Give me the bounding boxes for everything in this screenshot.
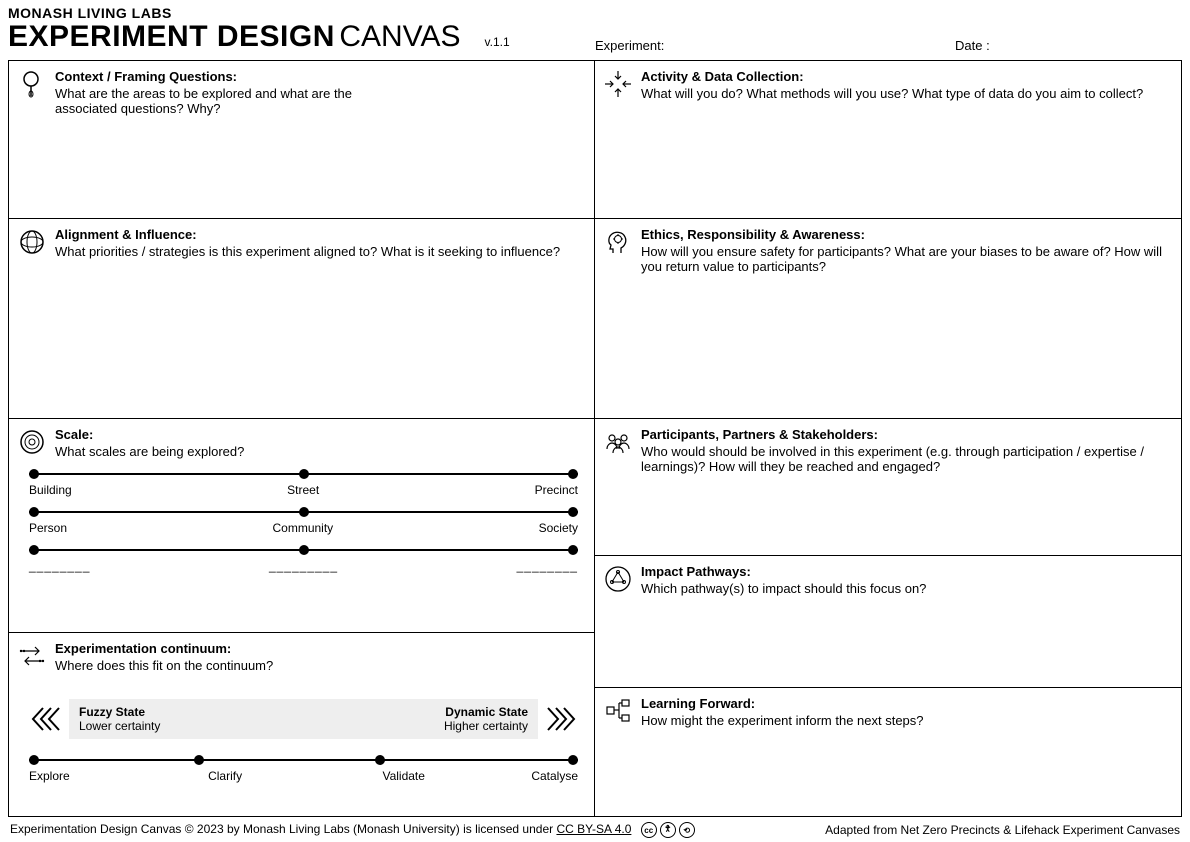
cell-context[interactable]: Context / Framing Questions: What are th…: [9, 61, 594, 219]
context-sub: What are the areas to be explored and wh…: [55, 86, 375, 116]
scale1-m: Street: [287, 483, 319, 497]
title-bold: EXPERIMENT DESIGN: [8, 20, 335, 53]
scale-slider-2[interactable]: Person Community Society: [29, 511, 578, 535]
by-icon: 🯆: [660, 822, 676, 838]
ethics-sub: How will you ensure safety for participa…: [641, 244, 1171, 274]
ethics-title: Ethics, Responsibility & Awareness:: [641, 227, 1171, 242]
activity-title: Activity & Data Collection:: [641, 69, 1171, 84]
target-icon: [17, 427, 47, 457]
participants-title: Participants, Partners & Stakeholders:: [641, 427, 1171, 442]
scale-slider-1[interactable]: Building Street Precinct: [29, 473, 578, 497]
sa-icon: ⟲: [679, 822, 695, 838]
cell-learning[interactable]: Learning Forward: How might the experime…: [595, 688, 1181, 816]
alignment-title: Alignment & Influence:: [55, 227, 584, 242]
diagram-icon: [603, 696, 633, 726]
scale2-l: Person: [29, 521, 67, 535]
people-icon: [603, 427, 633, 457]
cell-participants[interactable]: Participants, Partners & Stakeholders: W…: [595, 419, 1181, 556]
cell-scale[interactable]: Scale: What scales are being explored? B…: [9, 419, 594, 633]
magnifier-icon: [17, 69, 47, 99]
stop-catalyse: Catalyse: [531, 769, 578, 783]
scale3-m: _________: [269, 559, 338, 573]
page-title: EXPERIMENT DESIGN CANVAS: [8, 20, 461, 54]
fuzzy-title: Fuzzy State: [79, 705, 160, 719]
canvas-grid: Context / Framing Questions: What are th…: [8, 60, 1182, 817]
fuzzy-sub: Lower certainty: [79, 719, 160, 733]
chevron-left-icon: [29, 706, 63, 732]
stop-validate: Validate: [382, 769, 424, 783]
chevron-right-icon: [544, 706, 578, 732]
scale-sub: What scales are being explored?: [55, 444, 584, 459]
footer-right: Adapted from Net Zero Precincts & Lifeha…: [825, 823, 1180, 837]
scale-title: Scale:: [55, 427, 584, 442]
scale3-l: ________: [29, 559, 90, 573]
context-title: Context / Framing Questions:: [55, 69, 584, 84]
scale3-r: ________: [517, 559, 578, 573]
stop-clarify: Clarify: [208, 769, 242, 783]
brand-line: MONASH LIVING LABS: [8, 6, 1182, 20]
arrows-icon: [17, 641, 47, 671]
participants-sub: Who would should be involved in this exp…: [641, 444, 1171, 474]
cell-impact[interactable]: Impact Pathways: Which pathway(s) to imp…: [595, 556, 1181, 688]
scale1-r: Precinct: [535, 483, 578, 497]
title-light: CANVAS: [339, 20, 460, 53]
continuum-slider[interactable]: Explore Clarify Validate Catalyse: [29, 759, 578, 783]
cell-activity[interactable]: Activity & Data Collection: What will yo…: [595, 61, 1181, 219]
dynamic-title: Dynamic State: [444, 705, 528, 719]
scale1-l: Building: [29, 483, 72, 497]
cc-icon: cc: [641, 822, 657, 838]
network-icon: [603, 564, 633, 594]
head-gear-icon: [603, 227, 633, 257]
alignment-sub: What priorities / strategies is this exp…: [55, 244, 584, 259]
version-label: v.1.1: [485, 35, 510, 49]
converge-icon: [603, 69, 633, 99]
impact-title: Impact Pathways:: [641, 564, 1171, 579]
activity-sub: What will you do? What methods will you …: [641, 86, 1171, 101]
date-label: Date :: [955, 38, 990, 53]
stop-explore: Explore: [29, 769, 70, 783]
footer-left: Experimentation Design Canvas © 2023 by …: [10, 822, 556, 836]
impact-sub: Which pathway(s) to impact should this f…: [641, 581, 1171, 596]
scale-slider-3[interactable]: ________ _________ ________: [29, 549, 578, 573]
dynamic-sub: Higher certainty: [444, 719, 528, 733]
continuum-title: Experimentation continuum:: [55, 641, 584, 656]
learning-sub: How might the experiment inform the next…: [641, 713, 1171, 728]
continuum-state-row: Fuzzy State Lower certainty Dynamic Stat…: [29, 699, 578, 739]
footer: Experimentation Design Canvas © 2023 by …: [0, 822, 1190, 838]
continuum-sub: Where does this fit on the continuum?: [55, 658, 584, 673]
cell-ethics[interactable]: Ethics, Responsibility & Awareness: How …: [595, 219, 1181, 419]
experiment-label: Experiment:: [595, 38, 664, 53]
scale2-r: Society: [539, 521, 578, 535]
cell-alignment[interactable]: Alignment & Influence: What priorities /…: [9, 219, 594, 419]
scale2-m: Community: [272, 521, 333, 535]
license-link[interactable]: CC BY-SA 4.0: [556, 822, 631, 836]
learning-title: Learning Forward:: [641, 696, 1171, 711]
globe-icon: [17, 227, 47, 257]
cell-continuum[interactable]: Experimentation continuum: Where does th…: [9, 633, 594, 816]
